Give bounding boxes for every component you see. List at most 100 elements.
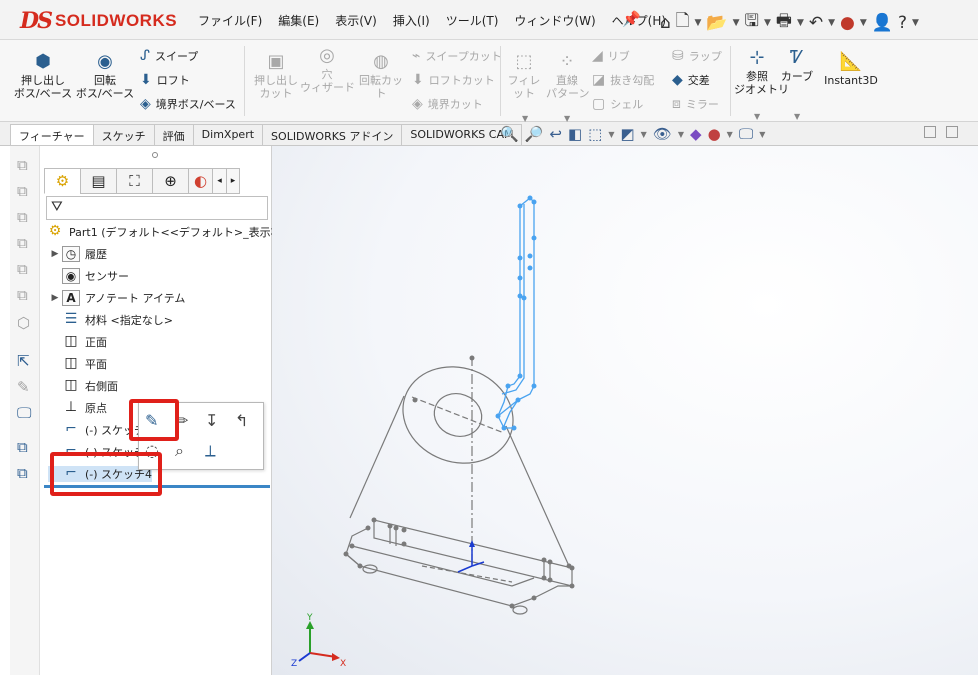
tab-configuration-manager[interactable]: ⛶ (116, 168, 152, 194)
help-icon[interactable]: ? (898, 13, 907, 33)
wrap-button[interactable]: ⛁ ラップ (672, 48, 722, 64)
intersect-button[interactable]: ◆ 交差 (672, 72, 710, 88)
parent-child-icon[interactable]: ↰ (235, 411, 248, 430)
view-top-icon[interactable]: ⧉ (17, 260, 28, 278)
home-icon[interactable]: ⌂ (660, 13, 671, 33)
tab-scroll-right[interactable]: ▸ (226, 168, 240, 194)
extrude-boss-button[interactable]: ⬢ 押し出し ボス/ベース (12, 52, 74, 101)
save-icon[interactable]: 🖫 (744, 8, 758, 37)
rebuild-traffic-light-icon[interactable]: ● (840, 13, 855, 33)
zoom-to-selection-icon[interactable]: ⌕ (175, 441, 184, 461)
view-back-icon[interactable]: ⧉ (17, 182, 28, 200)
tab-features[interactable]: フィーチャー (10, 124, 94, 145)
zoom-to-fit-icon[interactable]: 🔍 (500, 125, 519, 143)
instant3d-button[interactable]: 📐 Instant3D (822, 52, 880, 88)
chevron-down-icon[interactable]: ▼ (694, 18, 701, 28)
print-icon[interactable]: 🖶 (776, 8, 792, 37)
view-right-icon[interactable]: ⧉ (17, 234, 28, 252)
edit-feature-icon[interactable]: ✎ (17, 378, 30, 396)
shell-button[interactable]: ▢ シェル (592, 96, 643, 112)
tab-dimxpert-manager[interactable]: ⊕ (152, 168, 188, 194)
restore-window-icon[interactable] (924, 126, 936, 138)
tree-item-right-plane[interactable]: ◫ 右側面 (48, 378, 118, 394)
normal-to-icon[interactable]: ⟂ (205, 441, 216, 461)
display-style-icon[interactable]: ◩ (620, 125, 634, 143)
pin-icon[interactable]: 📌 (622, 10, 641, 28)
tab-dimxpert[interactable]: DimXpert (192, 124, 264, 145)
rib-button[interactable]: ◢ リブ (592, 48, 630, 64)
boundary-cut-button[interactable]: ◈ 境界カット (412, 96, 483, 112)
tab-property-manager[interactable]: ▤ (80, 168, 116, 194)
loft-cut-button[interactable]: ⬇ ロフトカット (412, 72, 495, 88)
boundary-boss-button[interactable]: ◈ 境界ボス/ベース (140, 96, 236, 112)
select-icon[interactable]: ⇱ (17, 352, 30, 370)
apply-scene-icon[interactable]: ● (708, 125, 721, 143)
view-settings-icon[interactable]: 🖵 (739, 125, 753, 143)
menu-tools[interactable]: ツール(T) (438, 12, 507, 29)
chevron-down-icon[interactable]: ▼ (641, 130, 647, 139)
view-orientation-icon[interactable]: ⬚ (588, 125, 602, 143)
previous-view-icon[interactable]: ↩ (549, 125, 562, 143)
chevron-down-icon[interactable]: ▼ (860, 18, 867, 28)
graphics-area[interactable]: Y X Z (272, 146, 978, 675)
tab-sketch[interactable]: スケッチ (92, 124, 155, 145)
section-view-icon[interactable]: ◧ (568, 125, 582, 143)
tab-addins[interactable]: SOLIDWORKS アドイン (262, 124, 403, 145)
draft-button[interactable]: ◪ 抜き勾配 (592, 72, 654, 88)
new-document-icon[interactable]: 🗋 (676, 8, 690, 37)
panel-collapse-handle[interactable] (152, 152, 158, 158)
chevron-down-icon[interactable]: ▼ (764, 18, 771, 28)
chevron-down-icon[interactable]: ▼ (608, 130, 614, 139)
chevron-down-icon[interactable]: ▼ (733, 18, 740, 28)
chevron-down-icon[interactable]: ▼ (678, 130, 684, 139)
chevron-down-icon[interactable]: ▼ (797, 18, 804, 28)
extrude-cut-button[interactable]: ▣ 押し出し カット (250, 52, 302, 101)
revolve-cut-button[interactable]: ◍ 回転カット (354, 52, 408, 101)
loft-button[interactable]: ⬇ ロフト (140, 72, 190, 88)
tab-scroll-left[interactable]: ◂ (212, 168, 226, 194)
menu-view[interactable]: 表示(V) (327, 12, 385, 29)
linear-pattern-button[interactable]: ⁘ 直線 パターン ▼ (546, 52, 589, 124)
view-isometric-icon[interactable]: ⬡ (17, 314, 30, 332)
tab-evaluate[interactable]: 評価 (153, 124, 194, 145)
tree-item-history[interactable]: ▶ ◷ 履歴 (48, 246, 107, 262)
reference-geometry-button[interactable]: ⊹ 参照 ジオメトリ ▼ (734, 48, 789, 122)
tree-item-sensors[interactable]: ◉ センサー (48, 268, 129, 284)
sweep-button[interactable]: ᔑ スイープ (140, 48, 198, 64)
user-icon[interactable]: 👤 (872, 13, 893, 33)
tree-item-annotations[interactable]: ▶ A アノテート アイテム (48, 290, 185, 306)
tree-filter-field[interactable]: ⛛ (46, 196, 268, 220)
chevron-down-icon[interactable]: ▼ (727, 130, 733, 139)
tab-feature-tree[interactable]: ⚙ (44, 168, 80, 194)
tab-display-manager[interactable]: ◐ (188, 168, 212, 194)
chevron-down-icon[interactable]: ▼ (759, 130, 765, 139)
sketch-plane-icon[interactable]: ↧ (205, 411, 218, 430)
open-folder-icon[interactable]: 📂 (706, 13, 727, 33)
menu-insert[interactable]: 挿入(I) (385, 12, 438, 29)
chevron-down-icon[interactable]: ▼ (828, 18, 835, 28)
paste-view-icon[interactable]: ⧉ (17, 464, 28, 482)
maximize-window-icon[interactable] (946, 126, 958, 138)
tree-item-origin[interactable]: ⊥ 原点 (48, 400, 107, 416)
mirror-button[interactable]: ⧈ ミラー (672, 96, 719, 112)
hide-show-items-icon[interactable]: 👁 (653, 125, 672, 143)
zoom-to-area-icon[interactable]: 🔎 (525, 125, 544, 143)
revolve-boss-button[interactable]: ◉ 回転 ボス/ベース (74, 52, 136, 101)
view-left-icon[interactable]: ⧉ (17, 208, 28, 226)
menu-edit[interactable]: 編集(E) (270, 12, 327, 29)
menu-file[interactable]: ファイル(F) (190, 12, 270, 29)
solidworks-logo[interactable]: DS SOLIDWORKS (20, 6, 177, 36)
view-bottom-icon[interactable]: ⧉ (17, 286, 28, 304)
curves-button[interactable]: Ꮴ カーブ ▼ (780, 48, 814, 122)
hole-wizard-button[interactable]: ◎ 穴 ウィザード (300, 46, 355, 95)
menu-window[interactable]: ウィンドウ(W) (506, 12, 603, 29)
tree-item-front-plane[interactable]: ◫ 正面 (48, 334, 107, 350)
copy-view-icon[interactable]: ⧉ (17, 438, 28, 456)
tree-item-material[interactable]: ☰ 材料 <指定なし> (48, 312, 173, 328)
edit-appearance-icon[interactable]: ◆ (690, 125, 702, 143)
expand-arrow-icon[interactable]: ▶ (48, 249, 62, 259)
expand-arrow-icon[interactable]: ▶ (48, 293, 62, 303)
tree-item-top-plane[interactable]: ◫ 平面 (48, 356, 107, 372)
chevron-down-icon[interactable]: ▼ (912, 18, 919, 28)
undo-icon[interactable]: ↶ (809, 13, 823, 33)
